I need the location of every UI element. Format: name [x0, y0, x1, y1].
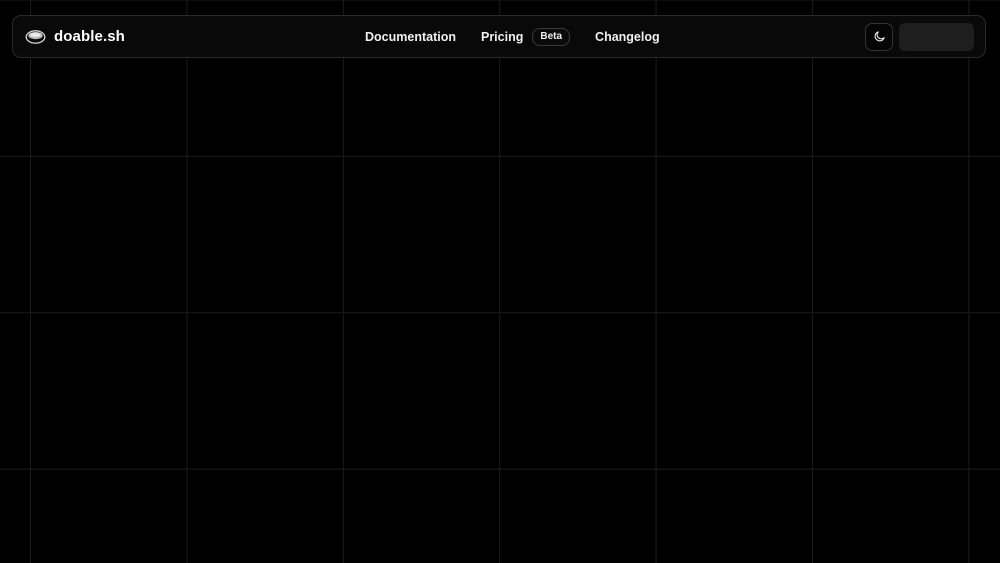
nav-link-documentation[interactable]: Documentation [365, 30, 456, 44]
nav-links: Documentation Pricing Beta Changelog [365, 16, 660, 57]
theme-toggle-button[interactable] [865, 22, 893, 51]
saucer-logo-icon [25, 30, 46, 44]
nav-pricing-group: Pricing Beta [481, 27, 571, 46]
top-navbar: doable.sh Documentation Pricing Beta Cha… [12, 15, 986, 58]
nav-link-changelog[interactable]: Changelog [595, 30, 660, 44]
navbar-actions [865, 16, 974, 57]
nav-link-pricing[interactable]: Pricing [481, 30, 523, 44]
moon-icon [874, 31, 885, 42]
brand-home-link[interactable]: doable.sh [25, 16, 125, 57]
auth-button-placeholder[interactable] [899, 22, 974, 51]
beta-badge: Beta [532, 27, 571, 46]
page-background: doable.sh Documentation Pricing Beta Cha… [0, 0, 1000, 563]
brand-name: doable.sh [54, 28, 125, 45]
